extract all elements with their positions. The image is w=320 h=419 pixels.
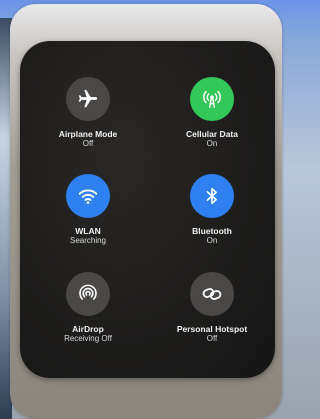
- personal-hotspot-button[interactable]: [190, 272, 234, 316]
- airplane-mode-button[interactable]: [66, 77, 110, 121]
- cellular-data-toggle[interactable]: Cellular Data On: [157, 77, 267, 149]
- cellular-data-label: Cellular Data: [186, 129, 238, 139]
- airplane-mode-label: Airplane Mode: [58, 129, 118, 139]
- personal-hotspot-toggle[interactable]: Personal Hotspot Off: [157, 272, 267, 344]
- cellular-data-status: On: [206, 139, 218, 148]
- bluetooth-toggle[interactable]: Bluetooth On: [157, 174, 267, 246]
- wlan-toggle[interactable]: WLAN Searching: [33, 174, 143, 246]
- wlan-status: Searching: [69, 236, 107, 245]
- antenna-icon: [203, 90, 221, 108]
- wlan-label: WLAN: [75, 226, 101, 236]
- bluetooth-status: On: [206, 236, 218, 245]
- airdrop-label: AirDrop: [72, 324, 104, 334]
- bluetooth-icon: [206, 187, 217, 205]
- airdrop-toggle[interactable]: AirDrop Receiving Off: [33, 272, 143, 344]
- bluetooth-button[interactable]: [190, 174, 234, 218]
- airdrop-status: Receiving Off: [64, 334, 112, 343]
- airplane-mode-toggle[interactable]: Airplane Mode Off: [33, 77, 143, 149]
- bluetooth-label: Bluetooth: [192, 226, 232, 236]
- airdrop-button[interactable]: [66, 272, 110, 316]
- cellular-data-button[interactable]: [190, 77, 234, 121]
- wlan-button[interactable]: [66, 174, 110, 218]
- wifi-icon: [78, 189, 98, 204]
- personal-hotspot-status: Off: [206, 334, 218, 343]
- hotspot-link-icon: [202, 288, 222, 300]
- airplane-icon: [78, 89, 98, 108]
- personal-hotspot-label: Personal Hotspot: [176, 324, 248, 334]
- airdrop-icon: [79, 284, 97, 300]
- airplane-mode-status: Off: [82, 139, 94, 148]
